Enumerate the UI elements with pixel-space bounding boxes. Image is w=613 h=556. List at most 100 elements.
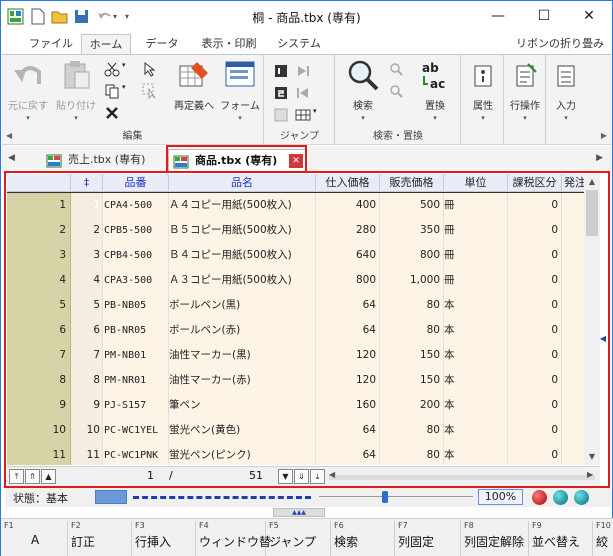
cell-id[interactable]: 1 [71,193,103,218]
form-dropdown-icon: ▾ [238,114,242,122]
doc-tabs-left-icon[interactable]: ◀ [8,153,15,163]
form-button[interactable]: フォーム ▾ [220,58,260,123]
redefine-button[interactable]: 再定義へ [170,58,218,112]
highlight-active-tab [166,145,307,173]
input-dropdown-icon: ▾ [564,114,568,122]
attribute-button[interactable]: 属性 ▾ [466,58,500,123]
copy-icon[interactable] [104,83,120,99]
cut-icon[interactable] [104,61,120,77]
fkey-f8[interactable]: F8 列固定解除 [461,521,529,556]
jump-prev-icon[interactable] [295,85,311,101]
fkey-number: F7 [398,521,408,530]
attribute-dropdown-icon: ▾ [481,114,485,122]
fkey-label: 検索 [334,535,359,549]
fkey-number: F4 [199,521,209,530]
fkey-label: 絞 [596,535,609,549]
minimize-button[interactable]: — [476,1,520,32]
status-red-icon [532,490,547,505]
status-teal2-icon [574,490,589,505]
search-next-icon[interactable] [388,61,404,77]
group-edit: 元に戻す ▾ 貼り付け ▾ ▾ ▾ 再定義へ フォーム ▾ 編集 [2,55,264,145]
search-icon [346,60,380,95]
group-input: 入力 ▾ [546,55,586,145]
tab-data[interactable]: データ [139,34,185,55]
row-ops-icon [510,63,540,95]
function-key-bar: F1 A F2 訂正 F3 行挿入 F4 ウィンドウ替 F5 ジャンプ F6 検索 F7 列固定 F8 列固定… [1,518,613,556]
tab-home[interactable]: ホーム [81,34,131,55]
zoom-slider-track[interactable] [319,496,473,497]
fkey-label: 列固定 [398,535,435,549]
fkey-f6[interactable]: F6 検索 [331,521,395,556]
group-jump: ▾ ジャンプ [265,55,335,145]
search-button[interactable]: 検索 ▾ [342,58,384,123]
zoom-value[interactable]: 100% [478,489,523,505]
status-indicator [95,490,127,504]
group-label-edit: 編集 [122,131,143,142]
fkey-number: F2 [71,521,81,530]
svg-text:ac: ac [430,77,445,91]
input-button[interactable]: 入力 ▾ [548,58,584,123]
fkey-number: F3 [135,521,145,530]
fkey-label: A [31,533,40,547]
fkey-f9[interactable]: F9 並べ替え [529,521,593,556]
replace-dropdown-icon: ▾ [433,114,437,122]
ribbon: 元に戻す ▾ 貼り付け ▾ ▾ ▾ 再定義へ フォーム ▾ 編集 ▾ ジャンプ … [2,54,611,145]
ribbon-scroll-left-icon[interactable]: ◀ [6,131,12,140]
copy-dropdown-icon[interactable]: ▾ [122,83,138,99]
fkey-number: F1 [4,521,14,530]
status-bar: 状態：基本 100% [5,487,611,507]
doc-tabs-right-icon[interactable]: ▶ [596,153,603,163]
fkey-label: 訂正 [71,535,96,549]
ribbon-collapse-link[interactable]: リボンの折り畳み [516,34,604,53]
ribbon-scroll-right-icon[interactable]: ▶ [601,131,607,140]
ribbon-tabs: ファイル ホーム データ 表示・印刷 システム リボンの折り畳み [1,33,612,55]
fkey-f10[interactable]: F10 絞 [593,521,613,556]
fkey-number: F6 [334,521,344,530]
row-ops-dropdown-icon: ▾ [523,114,527,122]
paste-icon [59,61,93,95]
replace-icon: ab ac [418,61,452,95]
paste-button[interactable]: 貼り付け ▾ [54,58,98,123]
group-search-replace: 検索 ▾ ab ac 置換 ▾ 検索・置換 [336,55,461,145]
jump-grid-icon[interactable] [295,107,311,123]
search-prev-icon[interactable] [388,83,404,99]
row-ops-button[interactable]: 行操作 ▾ [506,58,544,123]
group-label-search: 検索・置換 [373,131,423,142]
doc-tab-sales[interactable]: 売上.tbx (専有) [42,149,167,173]
fkey-f5[interactable]: F5 ジャンプ [266,521,331,556]
undo-button[interactable]: 元に戻す ▾ [8,58,48,123]
undo-dropdown-icon: ▾ [26,114,30,122]
progress-dash-line [133,496,311,499]
fkey-f4[interactable]: F4 ウィンドウ替 [196,521,271,556]
cut-dropdown-icon[interactable]: ▾ [122,61,138,77]
tab-view-print[interactable]: 表示・印刷 [194,34,264,55]
jump-mark-icon[interactable] [273,107,289,123]
select-icon[interactable] [142,61,158,77]
form-icon [223,61,257,95]
fkey-f7[interactable]: F7 列固定 [395,521,461,556]
zoom-slider-thumb[interactable] [382,491,388,503]
close-button[interactable]: ✕ [567,1,611,32]
undo-icon [11,66,45,95]
jump-first-icon[interactable] [273,63,289,79]
title-bar: ▾ ▾ 桐 - 商品.tbx (専有) — ☐ ✕ [1,1,612,33]
fkey-number: F8 [464,521,474,530]
splitter-handle-icon[interactable]: ▲▲▲ [273,508,325,517]
delete-icon[interactable] [104,105,120,121]
fkey-number: F10 [596,521,611,530]
jump-grid-dropdown-icon[interactable]: ▾ [313,107,329,123]
status-label: 状態：基本 [13,492,68,505]
paste-dropdown-icon: ▾ [74,114,78,122]
tab-file[interactable]: ファイル [27,34,75,55]
jump-second-icon[interactable] [273,85,289,101]
highlight-grid-area [4,171,610,488]
fkey-f2[interactable]: F2 訂正 [68,521,132,556]
jump-next-icon[interactable] [295,63,311,79]
tab-system[interactable]: システム [273,34,325,55]
fkey-f3[interactable]: F3 行挿入 [132,521,196,556]
fkey-f1[interactable]: F1 A [1,521,68,556]
fkey-label: 並べ替え [532,535,581,549]
maximize-button[interactable]: ☐ [522,1,566,32]
select-area-icon[interactable] [142,83,158,100]
replace-button[interactable]: ab ac 置換 ▾ [414,58,456,123]
